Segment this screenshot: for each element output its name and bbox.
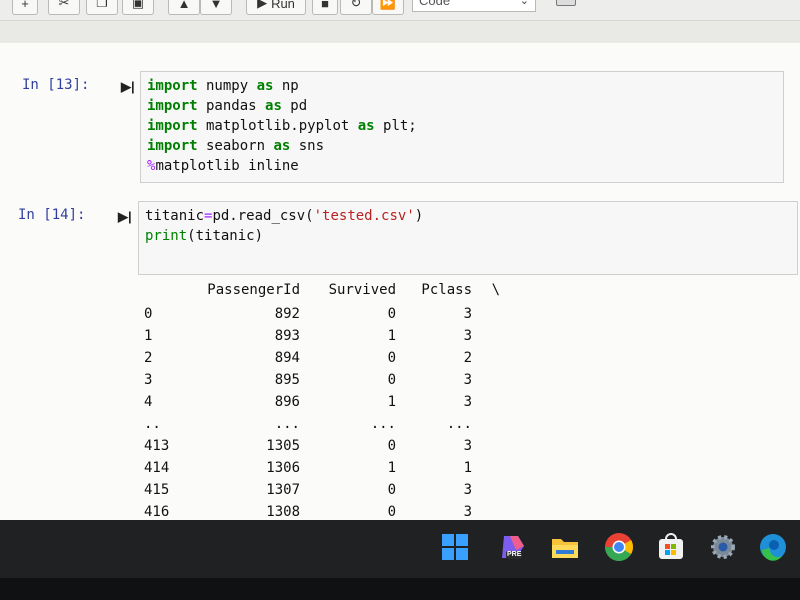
arrow-up-icon: ▲ [177,0,191,11]
output-cell: 896 [274,394,300,410]
output-cell: 1308 [266,504,300,520]
notebook-area: In [13]: ▶| import numpy as np import pan… [0,43,800,520]
cell-type-select[interactable]: Code ⌄ [412,0,536,12]
output-cell: 1305 [266,438,300,454]
output-row-index: 4 [144,394,153,410]
output-row-index: 3 [144,372,153,388]
output-cell: 1306 [266,460,300,476]
output-cell: 1 [463,460,472,476]
output-cell: 0 [387,306,396,322]
run-icon: ▶ [257,0,268,10]
cell-prompt: In [13]: [22,77,90,93]
stop-icon: ■ [321,0,329,11]
cell-run-icon[interactable]: ▶| [118,209,132,225]
monitor-screen: + ✂ ❐ ▣ ▲ ▼ ▶ Run ■ ↻ ⏩ Code ⌄ In [13]: … [0,0,800,520]
output-cell: ... [446,416,472,432]
arrow-down-icon: ▼ [209,0,223,11]
code-block: import numpy as np import pandas as pd imp… [147,76,783,176]
code-cell-input[interactable]: import numpy as np import pandas as pd imp… [140,71,784,183]
cell-run-icon[interactable]: ▶| [121,79,135,95]
edge-icon[interactable] [758,532,788,562]
output-cell: 3 [463,394,472,410]
code-block: titanic=pd.read_csv('tested.csv') print(t… [145,206,797,246]
output-row-index: 1 [144,328,153,344]
output-row-index: 414 [144,460,170,476]
code-line: %matplotlib inline [147,158,299,174]
output-cell: 1 [387,394,396,410]
output-cell: 892 [274,306,300,322]
code-line: import seaborn as sns [147,138,325,154]
keyboard-icon[interactable] [556,0,576,6]
output-column-header: PassengerId [207,282,300,298]
monitor-bezel [0,578,800,600]
output-row-index: 416 [144,504,170,520]
output-cell: 2 [463,350,472,366]
output-cell: 0 [387,504,396,520]
output-cell: 0 [387,482,396,498]
output-column-header: \ [491,282,500,298]
notebook-toolbar: + ✂ ❐ ▣ ▲ ▼ ▶ Run ■ ↻ ⏩ Code ⌄ [0,0,800,21]
taskbar: PRE [0,520,800,578]
output-cell: 0 [387,350,396,366]
output-cell: 3 [463,306,472,322]
output-row-index: 413 [144,438,170,454]
output-row-index: 2 [144,350,153,366]
copy-icon: ❐ [96,0,108,10]
cell-prompt: In [14]: [18,207,86,223]
output-cell: 1307 [266,482,300,498]
output-column-header: Survived [328,282,396,298]
cell-type-value: Code [419,0,451,8]
move-down-button[interactable]: ▼ [200,0,232,15]
interrupt-button[interactable]: ■ [312,0,338,15]
code-line: import pandas as pd [147,98,308,114]
output-column-header: Pclass [421,282,472,298]
code-line: titanic=pd.read_csv('tested.csv') [145,208,424,224]
chevron-down-icon: ⌄ [519,0,529,7]
windows-start-icon[interactable] [440,532,470,562]
run-all-button[interactable]: ⏩ [372,0,404,15]
paste-button[interactable]: ▣ [122,0,154,15]
output-cell: 3 [463,438,472,454]
output-cell: 3 [463,372,472,388]
insert-cell-button[interactable]: + [12,0,38,15]
microsoft-store-icon[interactable] [656,532,686,562]
run-label: Run [271,0,295,11]
output-cell: 3 [463,504,472,520]
cut-button[interactable]: ✂ [48,0,80,15]
microsoft-365-icon[interactable]: PRE [498,532,528,562]
file-explorer-icon[interactable] [550,532,580,562]
output-cell: ... [274,416,300,432]
output-cell: 895 [274,372,300,388]
output-cell: 3 [463,482,472,498]
output-cell: 3 [463,328,472,344]
output-cell: 1 [387,328,396,344]
settings-icon[interactable] [708,532,738,562]
code-line: print(titanic) [145,228,264,244]
code-cell-input[interactable]: titanic=pd.read_csv('tested.csv') print(t… [138,201,798,275]
code-line: import matplotlib.pyplot as plt; [147,118,417,134]
run-button[interactable]: ▶ Run [246,0,306,15]
output-cell: 893 [274,328,300,344]
move-up-button[interactable]: ▲ [168,0,200,15]
plus-icon: + [21,0,29,11]
output-cell: 0 [387,438,396,454]
output-cell: 894 [274,350,300,366]
chrome-icon[interactable] [604,532,634,562]
header-spacer [0,21,800,43]
output-cell: 1 [387,460,396,476]
fast-forward-icon: ⏩ [379,0,397,10]
restart-icon: ↻ [350,0,362,10]
paste-icon: ▣ [131,0,145,10]
copy-button[interactable]: ❐ [86,0,118,15]
output-row-index: .. [144,416,161,432]
output-cell: 0 [387,372,396,388]
output-row-index: 0 [144,306,153,322]
output-cell: ... [370,416,396,432]
scissors-icon: ✂ [58,0,70,10]
output-row-index: 415 [144,482,170,498]
restart-button[interactable]: ↻ [340,0,372,15]
code-line: import numpy as np [147,78,299,94]
preview-badge: PRE [507,551,522,558]
